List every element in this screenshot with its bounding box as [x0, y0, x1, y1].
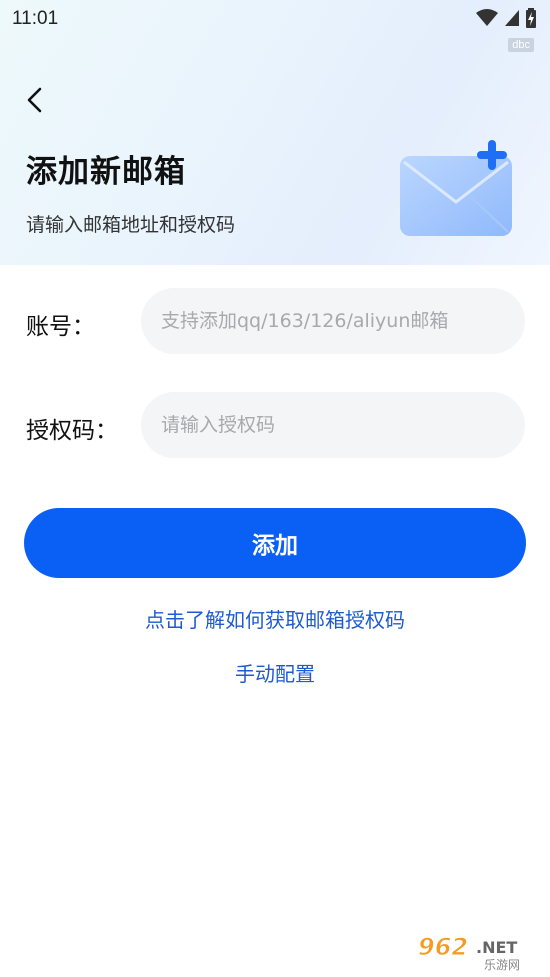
page-title: 添加新邮箱 — [26, 154, 186, 190]
battery-icon — [526, 8, 536, 28]
debug-tag: dbc — [508, 38, 534, 52]
auth-code-input[interactable] — [141, 392, 525, 458]
watermark-suffix: .NET — [476, 938, 517, 957]
account-label: 账号： — [26, 314, 95, 340]
watermark-number: 962 — [418, 933, 468, 961]
signal-icon — [505, 10, 519, 26]
account-row: 账号： — [0, 288, 550, 356]
watermark-sub: 乐游网 — [484, 958, 520, 971]
status-bar: 11:01 dbc — [0, 0, 550, 52]
page-subtitle: 请输入邮箱地址和授权码 — [26, 214, 236, 236]
wifi-icon — [476, 9, 498, 26]
add-button[interactable]: 添加 — [24, 508, 526, 578]
auth-code-label: 授权码： — [26, 418, 118, 444]
mail-plus-icon — [400, 140, 512, 236]
back-arrow-icon[interactable] — [22, 86, 50, 114]
account-input[interactable] — [141, 288, 525, 354]
auth-code-row: 授权码： — [0, 392, 550, 460]
status-time: 11:01 — [12, 8, 59, 29]
help-auth-code-link[interactable]: 点击了解如何获取邮箱授权码 — [0, 604, 550, 633]
site-watermark-logo: 962 .NET 乐游网 — [418, 933, 521, 972]
status-icons — [476, 8, 536, 28]
manual-config-link[interactable]: 手动配置 — [0, 658, 550, 687]
